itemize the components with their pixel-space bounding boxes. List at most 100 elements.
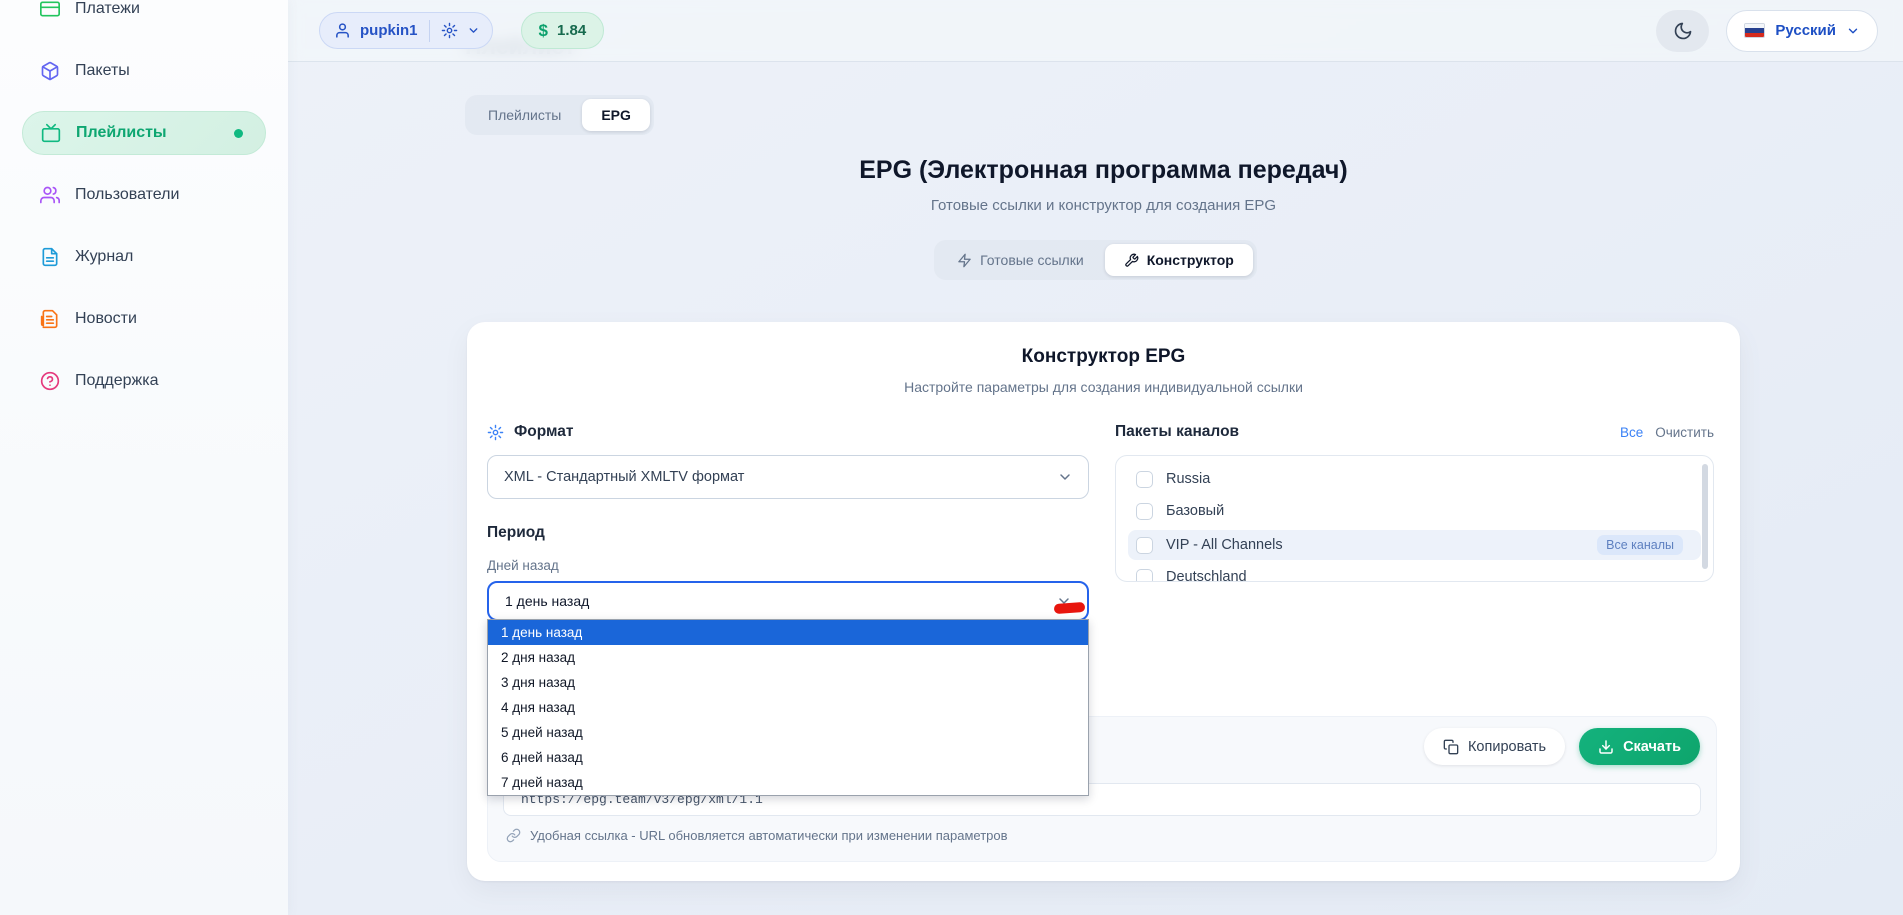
card-title: Конструктор EPG xyxy=(467,346,1740,368)
sidebar-item-label: Журнал xyxy=(75,248,133,266)
constructor-toggle[interactable]: Конструктор xyxy=(1105,244,1253,276)
package-name: VIP - All Channels xyxy=(1166,537,1283,553)
link-icon xyxy=(506,828,521,843)
package-row[interactable]: VIP - All Channels Все каналы xyxy=(1128,530,1701,560)
package-name: Deutschland xyxy=(1166,569,1247,582)
dollar-icon: $ xyxy=(539,21,548,41)
balance-amount: 1.84 xyxy=(557,22,586,39)
package-name: Russia xyxy=(1166,471,1210,487)
url-hint: Удобная ссылка - URL обновляется автомат… xyxy=(506,828,1008,843)
pill-divider xyxy=(429,20,430,42)
sidebar-item-label: Платежи xyxy=(75,0,140,18)
sidebar-item-payments[interactable]: Платежи xyxy=(22,0,266,31)
package-row[interactable]: Russia xyxy=(1128,466,1701,492)
days-ago-select[interactable]: 1 день назад xyxy=(487,581,1089,621)
chevron-down-icon[interactable] xyxy=(467,24,480,37)
file-text-icon xyxy=(40,247,60,267)
days-ago-value: 1 день назад xyxy=(505,593,589,609)
dropdown-option[interactable]: 3 дня назад xyxy=(488,670,1088,695)
topbar-right: Русский xyxy=(1656,10,1878,52)
topbar: pupkin1 $ 1.84 xyxy=(288,0,1903,62)
list-scrollbar-thumb[interactable] xyxy=(1702,464,1708,569)
dropdown-option[interactable]: 5 дней назад xyxy=(488,720,1088,745)
all-channels-badge: Все каналы xyxy=(1597,535,1683,555)
russian-flag-icon xyxy=(1744,23,1765,38)
sidebar-item-label: Поддержка xyxy=(75,372,158,390)
page-subtitle: Готовые ссылки и конструктор для создани… xyxy=(467,197,1740,214)
dark-mode-toggle[interactable] xyxy=(1656,10,1709,52)
days-ago-label: Дней назад xyxy=(487,558,1089,573)
moon-icon xyxy=(1673,21,1693,41)
days-ago-dropdown: 1 день назад 2 дня назад 3 дня назад 4 д… xyxy=(487,619,1089,796)
sidebar-item-journal[interactable]: Журнал xyxy=(22,235,266,279)
section-tabs: Плейлисты EPG xyxy=(465,95,654,135)
select-all-link[interactable]: Все xyxy=(1620,425,1643,440)
format-label: Формат xyxy=(514,423,573,441)
checkbox[interactable] xyxy=(1136,537,1153,554)
toggle-label: Готовые ссылки xyxy=(980,252,1084,268)
lightning-icon xyxy=(957,253,972,268)
sidebar-item-users[interactable]: Пользователи xyxy=(22,173,266,217)
credit-card-icon xyxy=(40,0,60,19)
dropdown-option[interactable]: 6 дней назад xyxy=(488,745,1088,770)
link-actions: Копировать Скачать xyxy=(1424,728,1700,765)
user-menu[interactable]: pupkin1 xyxy=(319,12,493,49)
hint-text: Удобная ссылка - URL обновляется автомат… xyxy=(530,828,1008,843)
format-select[interactable]: XML - Стандартный XMLTV формат xyxy=(487,455,1089,499)
constructor-card: Конструктор EPG Настройте параметры для … xyxy=(467,322,1740,881)
package-icon xyxy=(40,61,60,81)
dropdown-option[interactable]: 1 день назад xyxy=(488,620,1088,645)
clear-link[interactable]: Очистить xyxy=(1655,425,1714,440)
package-row[interactable]: Базовый xyxy=(1128,498,1701,524)
package-row[interactable]: Deutschland xyxy=(1128,564,1701,582)
help-circle-icon xyxy=(40,371,60,391)
wrench-icon xyxy=(1124,253,1139,268)
active-dot xyxy=(234,129,243,138)
packages-list: Russia Базовый VIP - All Channels Все ка… xyxy=(1115,455,1714,582)
download-label: Скачать xyxy=(1623,739,1681,755)
user-icon xyxy=(334,22,351,39)
users-icon xyxy=(40,185,60,205)
packages-header: Пакеты каналов Все Очистить xyxy=(1115,423,1714,441)
packages-label: Пакеты каналов xyxy=(1115,423,1239,441)
click-marker xyxy=(1054,602,1086,614)
balance-button[interactable]: $ 1.84 xyxy=(521,12,605,49)
sidebar-nav: Платежи Пакеты Плейлисты Пользователи xyxy=(22,0,266,421)
sidebar-item-label: Новости xyxy=(75,310,137,328)
download-button[interactable]: Скачать xyxy=(1579,728,1700,765)
gear-icon xyxy=(487,424,504,441)
format-period-column: Формат XML - Стандартный XMLTV формат Пе… xyxy=(487,423,1089,621)
language-selector[interactable]: Русский xyxy=(1726,10,1878,52)
download-icon xyxy=(1598,739,1614,755)
card-subtitle: Настройте параметры для создания индивид… xyxy=(467,379,1740,395)
language-label: Русский xyxy=(1775,22,1836,39)
chevron-down-icon xyxy=(1057,469,1073,489)
sidebar-item-packages[interactable]: Пакеты xyxy=(22,49,266,93)
checkbox[interactable] xyxy=(1136,471,1153,488)
copy-icon xyxy=(1443,739,1459,755)
dropdown-option[interactable]: 4 дня назад xyxy=(488,695,1088,720)
tv-icon xyxy=(41,123,61,143)
sidebar: Платежи Пакеты Плейлисты Пользователи xyxy=(0,0,288,915)
sidebar-item-playlists[interactable]: Плейлисты xyxy=(22,111,266,155)
gear-icon[interactable] xyxy=(441,22,458,39)
package-name: Базовый xyxy=(1166,503,1224,519)
dropdown-option[interactable]: 7 дней назад xyxy=(488,770,1088,795)
copy-button[interactable]: Копировать xyxy=(1424,728,1565,765)
chevron-down-icon xyxy=(1846,24,1860,38)
tab-epg[interactable]: EPG xyxy=(582,99,650,131)
ready-links-toggle[interactable]: Готовые ссылки xyxy=(938,244,1103,276)
mode-toggle: Готовые ссылки Конструктор xyxy=(288,240,1903,280)
period-label: Период xyxy=(487,524,1089,542)
sidebar-item-label: Плейлисты xyxy=(76,124,167,142)
newspaper-icon xyxy=(40,309,60,329)
tab-playlists[interactable]: Плейлисты xyxy=(469,99,580,131)
dropdown-option[interactable]: 2 дня назад xyxy=(488,645,1088,670)
packages-column: Пакеты каналов Все Очистить Russia Базов… xyxy=(1115,423,1714,582)
format-value: XML - Стандартный XMLTV формат xyxy=(504,469,744,485)
copy-label: Копировать xyxy=(1468,739,1546,755)
checkbox[interactable] xyxy=(1136,569,1153,583)
sidebar-item-news[interactable]: Новости xyxy=(22,297,266,341)
checkbox[interactable] xyxy=(1136,503,1153,520)
sidebar-item-support[interactable]: Поддержка xyxy=(22,359,266,403)
